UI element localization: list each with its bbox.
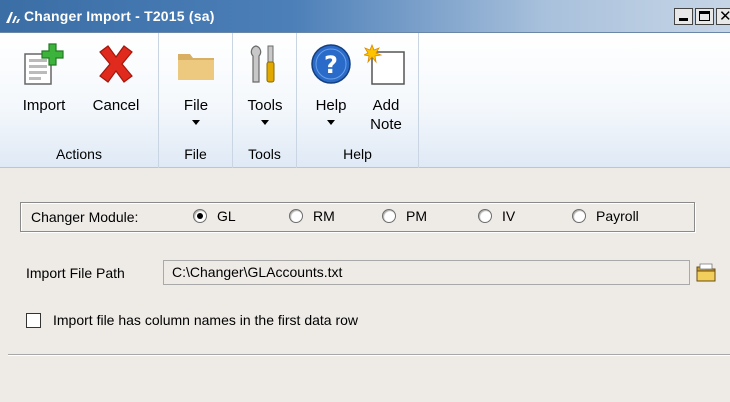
group-label-actions: Actions: [56, 146, 102, 162]
cancel-icon: [99, 45, 133, 83]
tools-label: Tools: [247, 97, 283, 114]
window-title: Changer Import - T2015 (sa): [24, 8, 215, 24]
tools-icon: [250, 45, 275, 83]
ribbon-group-actions: Import Cancel Actions: [0, 33, 159, 168]
radio-gl[interactable]: GL: [193, 208, 236, 224]
file-dropdown-icon: [192, 120, 200, 125]
radio-rm[interactable]: RM: [289, 208, 335, 224]
ribbon-group-tools: Tools Tools: [233, 33, 297, 168]
add-note-button[interactable]: Add Note: [359, 33, 413, 138]
file-button[interactable]: File: [163, 33, 229, 138]
radio-pm-label: PM: [406, 208, 427, 224]
radio-gl-label: GL: [217, 208, 236, 224]
ribbon: Import Cancel Actions File File Tools To…: [0, 33, 730, 168]
close-icon[interactable]: ✕: [716, 7, 730, 25]
column-names-label: Import file has column names in the firs…: [53, 312, 359, 328]
radio-iv-dot[interactable]: [478, 209, 492, 223]
folder-browse-icon[interactable]: [694, 261, 718, 285]
group-label-file: File: [184, 146, 207, 162]
folder-icon: [178, 54, 214, 80]
cancel-label: Cancel: [92, 97, 140, 114]
add-note-label: Add Note: [370, 97, 402, 133]
note-icon: [364, 43, 405, 85]
radio-payroll-label: Payroll: [596, 208, 639, 224]
import-icon: [24, 43, 64, 85]
import-button[interactable]: Import: [14, 33, 74, 138]
radio-iv-label: IV: [502, 208, 516, 224]
tools-dropdown-icon: [261, 120, 269, 125]
ribbon-group-help: ? Help Add Note Help: [297, 33, 419, 168]
radio-rm-dot[interactable]: [289, 209, 303, 223]
help-button[interactable]: ? Help: [303, 33, 359, 138]
column-names-option[interactable]: Import file has column names in the firs…: [26, 312, 358, 328]
group-label-tools: Tools: [248, 146, 281, 162]
radio-pm-dot[interactable]: [382, 209, 396, 223]
radio-rm-label: RM: [313, 208, 335, 224]
maximize-icon[interactable]: [695, 8, 714, 25]
form-area: Changer Module: GL RM PM IV Payroll Impo…: [0, 168, 730, 402]
tools-button[interactable]: Tools: [235, 33, 295, 138]
divider: [8, 354, 730, 356]
svg-text:?: ?: [324, 51, 338, 79]
radio-payroll-dot[interactable]: [572, 209, 586, 223]
file-label: File: [183, 97, 209, 114]
column-names-checkbox[interactable]: [26, 312, 41, 328]
cancel-button[interactable]: Cancel: [84, 33, 148, 138]
import-file-path-field[interactable]: C:\Changer\GLAccounts.txt: [163, 260, 690, 285]
radio-iv[interactable]: IV: [478, 208, 515, 224]
import-label: Import: [22, 97, 66, 114]
group-label-help: Help: [343, 146, 372, 162]
radio-gl-dot[interactable]: [193, 209, 207, 223]
radio-pm[interactable]: PM: [382, 208, 427, 224]
app-icon: [6, 12, 20, 23]
help-icon: ?: [311, 44, 351, 84]
title-bar[interactable]: Changer Import - T2015 (sa) ✕: [0, 0, 730, 33]
radio-payroll[interactable]: Payroll: [572, 208, 639, 224]
minimize-icon[interactable]: [674, 8, 693, 25]
import-file-path-label: Import File Path: [26, 265, 125, 281]
ribbon-group-file: File File: [159, 33, 233, 168]
changer-module-label: Changer Module:: [31, 209, 139, 225]
help-label: Help: [315, 97, 347, 114]
changer-module-group: Changer Module: GL RM PM IV Payroll: [20, 202, 695, 232]
help-dropdown-icon: [327, 120, 335, 125]
